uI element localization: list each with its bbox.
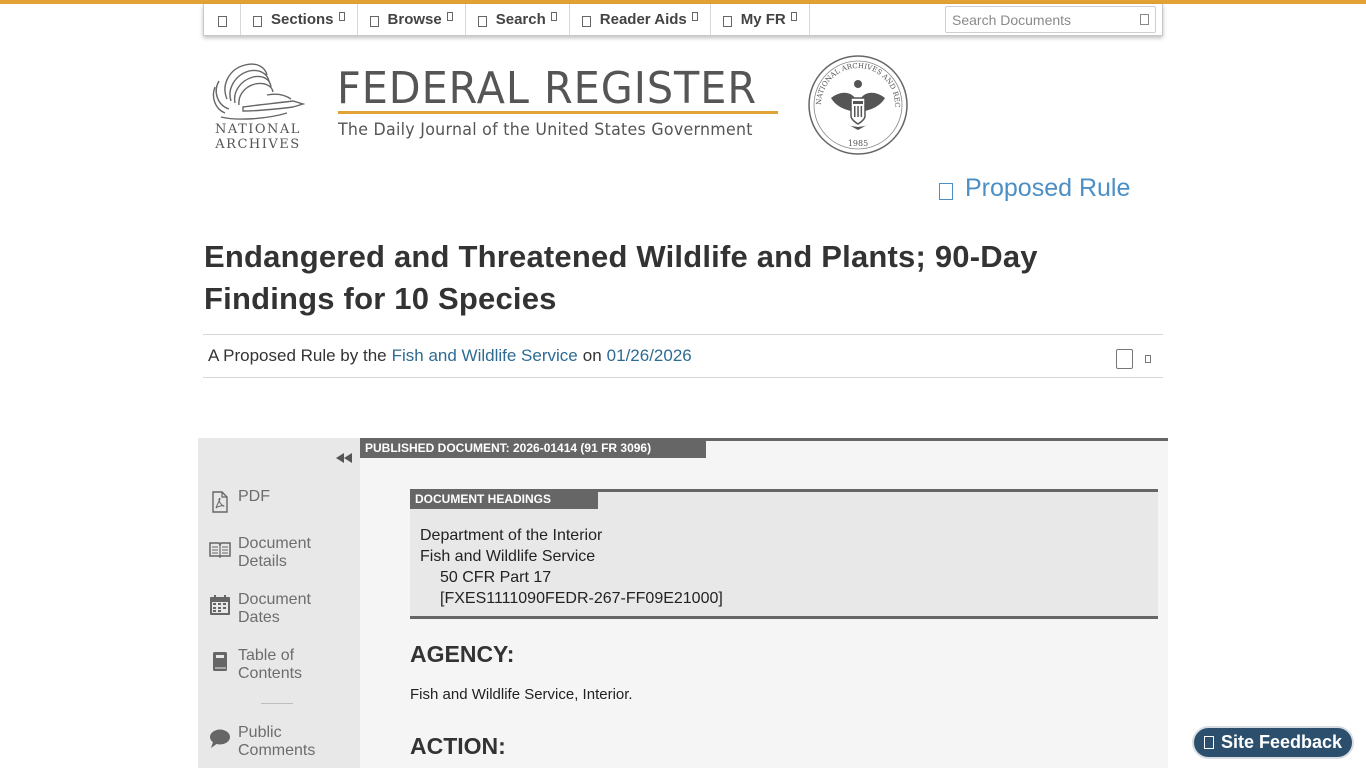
document-type-text: Proposed Rule: [965, 174, 1131, 202]
sidebar-item-pdf[interactable]: PDF: [208, 488, 338, 514]
top-nav: Sections Browse Search Reader Aids My FR: [203, 4, 1163, 36]
collapse-sidebar-icon[interactable]: [334, 452, 354, 464]
nav-reader-aids-label: Reader Aids: [599, 11, 687, 28]
user-icon: [722, 16, 732, 27]
seal-year: 1985: [848, 139, 868, 148]
dropdown-icon: [446, 12, 453, 21]
sidebar-item-label: PDF: [238, 488, 270, 505]
dropdown-icon: [550, 12, 557, 21]
document-byline: A Proposed Rule by the Fish and Wildlife…: [203, 334, 1163, 378]
published-document-tab: PUBLISHED DOCUMENT: 2026-01414 (91 FR 30…: [360, 438, 706, 458]
reader-aids-icon: [581, 16, 591, 27]
federal-register-subtitle: The Daily Journal of the United States G…: [338, 120, 753, 140]
search-documents-box: [945, 6, 1156, 33]
nav-home-button[interactable]: [204, 4, 241, 35]
toc-icon: [213, 652, 227, 671]
nav-browse[interactable]: Browse: [358, 4, 466, 35]
site-feedback-label: Site Feedback: [1221, 732, 1343, 752]
subscribe-icon[interactable]: [1116, 349, 1133, 369]
document-headings-box: DOCUMENT HEADINGS Department of the Inte…: [410, 489, 1158, 619]
agency-link[interactable]: Fish and Wildlife Service: [392, 346, 578, 366]
browse-icon: [369, 16, 379, 27]
nav-search[interactable]: Search: [466, 4, 570, 35]
home-icon: [217, 16, 227, 27]
search-icon: [477, 16, 487, 27]
byline-prefix: A Proposed Rule by the: [208, 346, 387, 365]
byline-on: on: [582, 346, 602, 365]
byline-actions: [1116, 349, 1151, 369]
sidebar-item-label: Document Dates: [238, 591, 311, 626]
nav-search-label: Search: [495, 11, 546, 28]
dropdown-icon: [790, 12, 797, 21]
sidebar-divider: [261, 703, 293, 704]
book-icon: [209, 542, 231, 559]
document-sidebar: PDF Document Details Document Dates Tabl…: [198, 438, 360, 768]
dropdown-icon: [691, 12, 698, 21]
calendar-icon: [210, 595, 230, 615]
comment-icon: [210, 729, 230, 748]
publication-date-link[interactable]: 01/26/2026: [607, 346, 692, 366]
nara-seal: NATIONAL ARCHIVES AND RECORDS ADMINISTRA…: [807, 54, 908, 155]
document-type-label: Proposed Rule: [939, 174, 1130, 203]
logo-line-2: ARCHIVES: [215, 137, 301, 152]
logo-line-1: NATIONAL: [215, 122, 301, 137]
heading-cfr: 50 CFR Part 17: [440, 569, 552, 586]
search-input[interactable]: [952, 11, 1132, 28]
nav-browse-label: Browse: [387, 11, 442, 28]
document-headings-tab: DOCUMENT HEADINGS: [410, 489, 598, 509]
action-heading: ACTION:: [410, 733, 506, 759]
sections-icon: [253, 16, 262, 27]
nav-my-fr-label: My FR: [740, 11, 786, 28]
federal-register-title[interactable]: FEDERAL REGISTER: [337, 64, 757, 114]
heading-docket: [FXES1111090FEDR-267-FF09E21000]: [440, 590, 723, 607]
document-title: Endangered and Threatened Wildlife and P…: [204, 239, 1038, 316]
sidebar-item-label: Document Details: [238, 535, 311, 570]
nav-my-fr[interactable]: My FR: [711, 4, 810, 35]
sidebar-item-document-dates[interactable]: Document Dates: [208, 591, 338, 627]
sidebar-item-label: Public Comments: [238, 724, 316, 759]
feedback-icon: [1204, 736, 1214, 749]
sidebar-item-public-comments[interactable]: Public Comments: [208, 724, 338, 760]
document-content: PUBLISHED DOCUMENT: 2026-01414 (91 FR 30…: [360, 438, 1168, 768]
title-underline: [338, 111, 778, 114]
heading-agency: Fish and Wildlife Service: [420, 548, 596, 565]
dropdown-icon: [338, 12, 345, 21]
proposed-rule-icon: [939, 183, 953, 200]
sidebar-item-table-of-contents[interactable]: Table of Contents: [208, 647, 338, 683]
heading-department: Department of the Interior: [420, 527, 603, 544]
sidebar-item-document-details[interactable]: Document Details: [208, 535, 338, 571]
nav-sections-label: Sections: [271, 11, 334, 28]
nav-reader-aids[interactable]: Reader Aids: [570, 4, 711, 35]
dropdown-icon[interactable]: [1145, 355, 1151, 363]
pdf-icon: [212, 491, 228, 513]
agency-heading: AGENCY:: [410, 641, 515, 667]
national-archives-wordmark: NATIONAL ARCHIVES: [207, 122, 309, 152]
search-submit-icon[interactable]: [1140, 14, 1149, 25]
site-feedback-button[interactable]: Site Feedback: [1192, 726, 1354, 759]
sidebar-item-label: Table of Contents: [238, 647, 303, 682]
agency-text: Fish and Wildlife Service, Interior.: [410, 686, 633, 703]
document-headings-list: Department of the Interior Fish and Wild…: [420, 525, 723, 609]
nav-sections[interactable]: Sections: [241, 4, 358, 35]
